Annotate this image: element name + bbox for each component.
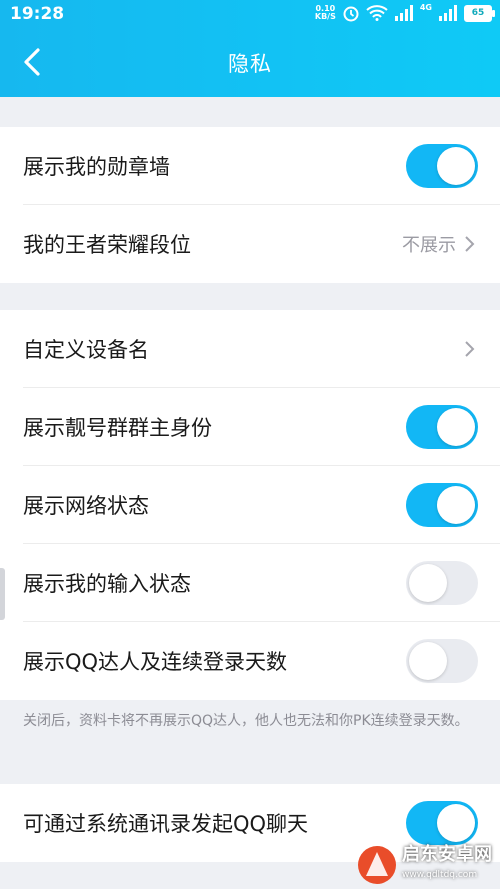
row-label: 展示我的勋章墙 [23, 155, 170, 179]
toggle-knob [437, 147, 475, 185]
qq-expert-toggle[interactable] [406, 639, 478, 683]
watermark-name: 启东安卓网 [402, 844, 492, 865]
row-label: 我的王者荣耀段位 [23, 233, 191, 257]
row-qq-expert: 展示QQ达人及连续登录天数 [0, 622, 500, 700]
toggle-knob [409, 642, 447, 680]
app-header: 19:28 0.10 KB/S 4G 65 隐私 [0, 0, 500, 97]
network-speed: 0.10 KB/S [314, 4, 336, 21]
wifi-icon [366, 5, 388, 21]
battery-icon: 65 [464, 4, 495, 22]
badge-wall-toggle[interactable] [406, 144, 478, 188]
row-game-rank[interactable]: 我的王者荣耀段位 不展示 [0, 205, 500, 283]
row-group-owner: 展示靓号群群主身份 [0, 388, 500, 466]
row-label: 展示靓号群群主身份 [23, 416, 212, 440]
watermark-url: www.qdltdq.com [402, 870, 478, 880]
group-owner-toggle[interactable] [406, 405, 478, 449]
toggle-knob [437, 486, 475, 524]
signal-icon [394, 5, 413, 21]
settings-group-1: 展示我的勋章墙 我的王者荣耀段位 不展示 [0, 127, 500, 283]
row-value: 不展示 [402, 235, 456, 256]
alarm-icon [343, 6, 359, 22]
toggle-knob [437, 408, 475, 446]
input-status-toggle[interactable] [406, 561, 478, 605]
status-icons: 0.10 KB/S 4G 65 [314, 2, 495, 22]
side-edge-handle[interactable] [0, 568, 5, 620]
row-label: 自定义设备名 [23, 338, 149, 362]
watermark-logo-icon [358, 846, 396, 884]
settings-group-2: 自定义设备名 展示靓号群群主身份 展示网络状态 展示我的输入状态 展示QQ达人及… [0, 310, 500, 700]
chevron-right-icon [465, 341, 475, 357]
contacts-chat-toggle[interactable] [406, 801, 478, 845]
row-device-name[interactable]: 自定义设备名 [0, 310, 500, 388]
row-network-status: 展示网络状态 [0, 466, 500, 544]
network-type: 4G [419, 2, 432, 12]
row-label: 展示我的输入状态 [23, 572, 191, 596]
row-input-status: 展示我的输入状态 [0, 544, 500, 622]
network-status-toggle[interactable] [406, 483, 478, 527]
title-bar: 隐私 [0, 30, 500, 97]
status-bar: 19:28 0.10 KB/S 4G 65 [0, 0, 500, 30]
row-badge-wall: 展示我的勋章墙 [0, 127, 500, 205]
toggle-knob [437, 804, 475, 842]
watermark: 启东安卓网 www.qdltdq.com [358, 845, 492, 885]
footnote-text: 关闭后，资料卡将不再展示QQ达人，他人也无法和你PK连续登录天数。 [23, 713, 469, 729]
signal-icon-2 [439, 5, 457, 21]
row-label: 展示网络状态 [23, 494, 149, 518]
page-title: 隐私 [228, 52, 272, 76]
chevron-right-icon [465, 236, 475, 252]
toggle-knob [409, 564, 447, 602]
row-label: 展示QQ达人及连续登录天数 [23, 650, 288, 674]
row-label: 可通过系统通讯录发起QQ聊天 [23, 812, 309, 836]
status-time: 19:28 [10, 4, 65, 24]
